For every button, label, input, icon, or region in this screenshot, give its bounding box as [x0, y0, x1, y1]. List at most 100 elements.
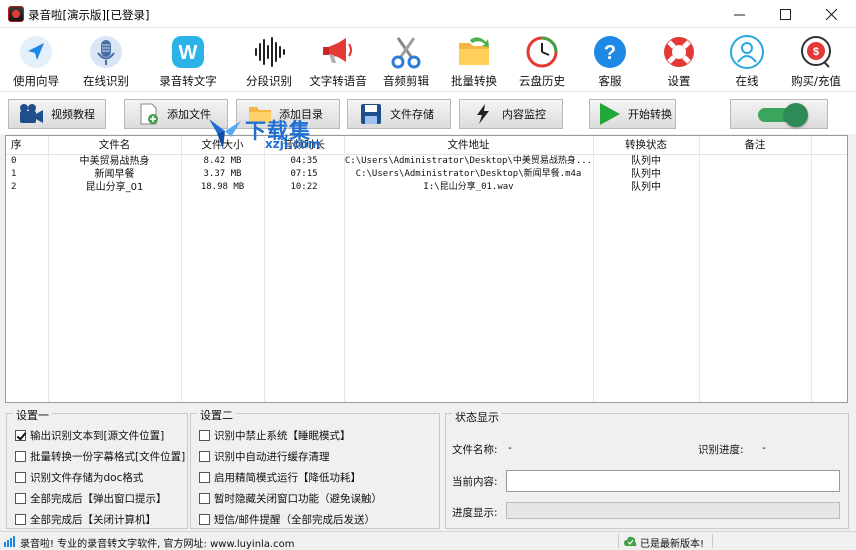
toolbar-text-to-speech-button[interactable]: 文字转语音	[302, 32, 374, 90]
column-header-path[interactable]: 文件地址	[344, 136, 594, 155]
svg-text:?: ?	[604, 42, 616, 64]
column-divider	[811, 136, 812, 402]
waveform-icon	[255, 37, 285, 67]
svg-text:W: W	[179, 42, 198, 64]
status-bar-message: 录音啦! 专业的录音转文字软件, 官方网址: www.luyinla.com	[20, 539, 295, 550]
option-output-to-source[interactable]: 输出识别文本到[源文件位置]	[15, 427, 164, 443]
toolbar-audio-to-text-button[interactable]: W 录音转文字	[152, 32, 224, 90]
cell-path: C:\Users\Administrator\Desktop\中美贸易战热身..…	[344, 154, 594, 168]
status-bar-divider	[712, 534, 713, 548]
checkbox[interactable]	[15, 513, 26, 525]
svg-text:$: $	[813, 46, 819, 58]
option-popup-on-complete[interactable]: 全部完成后【弹出窗口提示】	[15, 490, 167, 506]
checkbox[interactable]	[15, 429, 26, 441]
column-divider	[699, 136, 700, 402]
option-batch-subtitle[interactable]: 批量转换一份字幕格式[文件位置]	[15, 448, 185, 464]
option-save-doc[interactable]: 识别文件存储为doc格式	[15, 469, 143, 485]
lightning-icon	[477, 104, 489, 124]
watermark: 下载集 xzji.com	[205, 113, 365, 153]
megaphone-icon	[323, 38, 352, 63]
checkbox[interactable]	[199, 429, 210, 441]
option-auto-clear-cache[interactable]: 识别中自动进行缓存清理	[199, 448, 330, 464]
checkbox[interactable]	[199, 471, 210, 483]
title-bar: 录音啦[演示版][已登录]	[0, 0, 856, 28]
cell-filename: 新闻早餐	[48, 167, 182, 181]
start-convert-button[interactable]: 开始转换	[589, 99, 676, 129]
cell-index: 2	[6, 180, 49, 194]
progress-display-label: 进度显示:	[452, 507, 498, 519]
toolbar-settings-button[interactable]: 设置	[643, 32, 715, 90]
toolbar-segment-recognition-button[interactable]: 分段识别	[233, 32, 305, 90]
app-icon	[8, 6, 24, 22]
toolbar-customer-service-button[interactable]: ? 客服	[574, 32, 646, 90]
checkbox[interactable]	[15, 471, 26, 483]
checkbox[interactable]	[199, 492, 210, 504]
column-divider	[181, 136, 182, 402]
watermark-logo-icon	[209, 119, 241, 149]
cell-duration: 10:22	[264, 180, 345, 194]
status-title: 状态显示	[452, 409, 502, 425]
checkbox[interactable]	[15, 450, 26, 462]
toolbar-cloud-history-button[interactable]: 云盘历史	[506, 32, 578, 90]
cell-duration: 07:15	[264, 167, 345, 181]
close-button[interactable]	[808, 0, 854, 28]
checkbox[interactable]	[199, 450, 210, 462]
microphone-icon	[90, 36, 122, 68]
option-lite-mode[interactable]: 启用精简模式运行【降低功耗】	[199, 469, 361, 485]
toolbar-online-recognition-button[interactable]: 在线识别	[70, 32, 142, 90]
cell-filesize: 3.37 MB	[181, 167, 265, 181]
add-file-icon	[140, 103, 158, 125]
column-divider	[48, 136, 49, 402]
column-divider	[593, 136, 594, 402]
current-content-field[interactable]	[506, 470, 840, 492]
table-row[interactable]: 1 新闻早餐 3.37 MB 07:15 C:\Users\Administra…	[6, 167, 847, 181]
file-list-table[interactable]: 序 文件名 文件大小 音频时长 文件地址 转换状态 备注 0 中美贸易战热身 8…	[5, 135, 848, 403]
checkbox[interactable]	[15, 492, 26, 504]
signal-bars-icon	[4, 536, 15, 547]
cloud-check-icon	[624, 536, 637, 546]
settings-two-group: 设置二 识别中禁止系统【睡眠模式】 识别中自动进行缓存清理 启用精简模式运行【降…	[190, 407, 440, 529]
option-shutdown-on-complete[interactable]: 全部完成后【关闭计算机】	[15, 511, 156, 527]
content-monitor-button[interactable]: 内容监控	[459, 99, 563, 129]
window-title: 录音啦[演示版][已登录]	[28, 8, 150, 22]
progress-value: -	[762, 442, 766, 454]
watermark-url: xzji.com	[265, 137, 321, 151]
toggle-knob	[784, 103, 808, 127]
table-row[interactable]: 2 昆山分享_01 18.98 MB 10:22 I:\昆山分享_01.wav …	[6, 180, 847, 194]
table-row[interactable]: 0 中美贸易战热身 8.42 MB 04:35 C:\Users\Adminis…	[6, 154, 847, 168]
column-header-status[interactable]: 转换状态	[593, 136, 700, 155]
cell-duration: 04:35	[264, 154, 345, 168]
cell-status: 队列中	[593, 180, 700, 194]
cell-note	[699, 180, 812, 194]
toolbar-online-button[interactable]: 在线	[711, 32, 783, 90]
file-table: 序 文件名 文件大小 音频时长 文件地址 转换状态 备注 0 中美贸易战热身 8…	[6, 136, 847, 194]
column-divider	[344, 136, 345, 402]
cell-filesize: 8.42 MB	[181, 154, 265, 168]
column-header-index[interactable]: 序	[6, 136, 49, 155]
checkbox[interactable]	[199, 513, 210, 525]
close-icon	[825, 8, 837, 20]
current-content-label: 当前内容:	[452, 476, 498, 488]
column-header-filename[interactable]: 文件名	[48, 136, 182, 155]
cell-note	[699, 154, 812, 168]
table-header-row: 序 文件名 文件大小 音频时长 文件地址 转换状态 备注	[6, 136, 847, 155]
history-clock-icon	[526, 36, 558, 68]
toolbar-batch-convert-button[interactable]: 批量转换	[438, 32, 510, 90]
toggle-switch[interactable]	[730, 99, 828, 129]
option-sms-email-notify[interactable]: 短信/邮件提醒（全部完成后发送）	[199, 511, 375, 527]
video-tutorial-button[interactable]: 视频教程	[8, 99, 106, 129]
option-hide-close[interactable]: 暂时隐藏关闭窗口功能（避免误触）	[199, 490, 382, 506]
maximize-button[interactable]	[762, 0, 808, 28]
cell-filesize: 18.98 MB	[181, 180, 265, 194]
cell-index: 1	[6, 167, 49, 181]
settings-one-title: 设置一	[13, 407, 52, 423]
toolbar-guide-button[interactable]: 使用向导	[0, 32, 72, 90]
toolbar-audio-edit-button[interactable]: 音频剪辑	[370, 32, 442, 90]
minimize-button[interactable]	[716, 0, 762, 28]
help-icon: ?	[594, 36, 626, 68]
option-prevent-sleep[interactable]: 识别中禁止系统【睡眠模式】	[199, 427, 351, 443]
column-header-note[interactable]: 备注	[699, 136, 812, 155]
toolbar-purchase-button[interactable]: $ 购买/充值	[780, 32, 852, 90]
progress-bar	[506, 502, 840, 519]
settings-one-group: 设置一 输出识别文本到[源文件位置] 批量转换一份字幕格式[文件位置] 识别文件…	[6, 407, 188, 529]
